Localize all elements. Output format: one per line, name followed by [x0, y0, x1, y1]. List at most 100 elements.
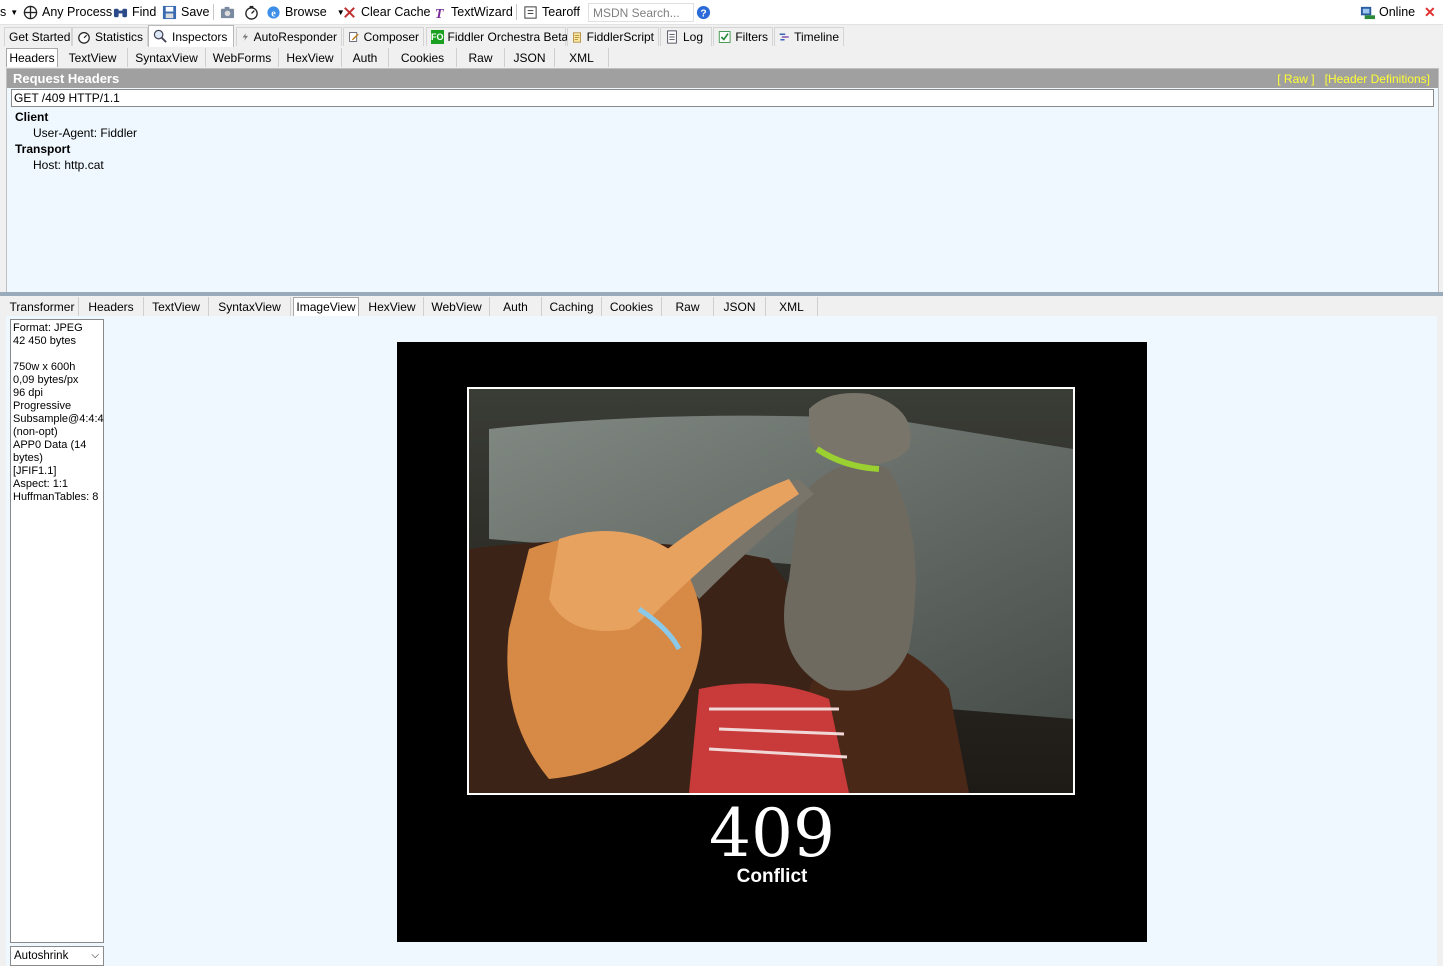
info-app0-bytes: bytes)	[13, 452, 43, 464]
timer-button[interactable]	[244, 3, 259, 21]
online-label: Online	[1379, 5, 1416, 19]
tab-label: Caching	[549, 299, 594, 314]
find-label: Find	[132, 5, 157, 19]
request-tab-syntaxview[interactable]: SyntaxView	[128, 48, 206, 67]
info-blank	[13, 348, 101, 361]
response-tab-syntaxview[interactable]: SyntaxView	[209, 297, 291, 316]
tearoff-label: Tearoff	[542, 5, 580, 19]
info-jfif: [JFIF1.1]	[13, 465, 57, 477]
svg-text:?: ?	[700, 8, 706, 19]
cat-photo	[467, 387, 1075, 795]
request-headers-titlebar: Request Headers [ Raw ] [Header Definiti…	[7, 69, 1438, 88]
tab-label: TextView	[152, 299, 200, 314]
tab-label: HexView	[368, 299, 416, 314]
crosshair-icon	[23, 5, 38, 19]
pencil-paper-icon	[349, 32, 359, 42]
response-tab-json[interactable]: JSON	[714, 297, 766, 316]
stopwatch-icon	[245, 5, 258, 20]
request-tab-webforms[interactable]: WebForms	[206, 48, 279, 67]
tab-fiddlerscript[interactable]: FiddlerScript	[567, 27, 659, 46]
tab-label: Inspectors	[172, 29, 228, 44]
response-tab-transformer[interactable]: Transformer	[6, 297, 79, 316]
clear-cache-button[interactable]: Clear Cache	[342, 3, 430, 21]
header-group-client[interactable]: Client	[15, 110, 48, 124]
tab-label: Composer	[363, 30, 419, 44]
toolbar-separator	[213, 4, 214, 20]
response-tab-caching[interactable]: Caching	[542, 297, 602, 316]
tab-label: Fiddler Orchestra Beta	[447, 30, 569, 44]
tab-composer[interactable]: Composer	[343, 27, 424, 46]
close-icon[interactable]: ✕	[1424, 3, 1436, 21]
info-progressive: Progressive	[13, 400, 72, 412]
image-info-pane[interactable]: Format: JPEG 42 450 bytes 750w x 600h 0,…	[10, 319, 104, 943]
screenshot-button[interactable]	[220, 3, 235, 21]
request-tab-headers[interactable]: Headers	[6, 48, 58, 67]
autoshrink-select[interactable]: Autoshrink ⌵	[10, 946, 104, 966]
tab-label: SyntaxView	[218, 299, 281, 314]
tab-label: XML	[569, 50, 594, 65]
log-page-icon	[667, 30, 677, 44]
request-tab-hexview[interactable]: HexView	[279, 48, 342, 67]
response-tab-raw[interactable]: Raw	[662, 297, 714, 316]
textwizard-button[interactable]: T TextWizard	[432, 3, 513, 21]
any-process-label: Any Process	[42, 5, 113, 19]
help-icon: ?	[696, 5, 711, 19]
msdn-search-input[interactable]: MSDN Search...	[588, 3, 694, 22]
tab-fiddler-orchestra-beta[interactable]: FO Fiddler Orchestra Beta	[426, 27, 569, 46]
tab-label: FiddlerScript	[586, 30, 654, 44]
header-host[interactable]: Host: http.cat	[33, 158, 104, 172]
response-tab-auth[interactable]: Auth	[490, 297, 542, 316]
fighting-cats-photo	[469, 389, 1073, 793]
tab-label: Headers	[9, 51, 55, 65]
request-headers-title: Request Headers	[13, 71, 120, 86]
tab-label: SyntaxView	[135, 50, 198, 65]
tab-timeline[interactable]: Timeline	[774, 27, 844, 46]
request-tab-xml[interactable]: XML	[555, 48, 609, 67]
response-tab-webview[interactable]: WebView	[424, 297, 490, 316]
any-process-button[interactable]: Any Process	[23, 3, 112, 21]
tab-label: Raw	[468, 50, 493, 65]
tab-label: Timeline	[794, 30, 839, 44]
save-button[interactable]: Save	[162, 3, 210, 21]
tab-label: JSON	[513, 50, 546, 65]
info-aspect: Aspect: 1:1	[13, 478, 69, 490]
toolbar-edge-dropdown[interactable]: s ▼	[0, 3, 18, 21]
online-indicator[interactable]: Online	[1360, 3, 1415, 21]
help-button[interactable]: ?	[696, 3, 711, 21]
toolbar-edge-label: s	[0, 5, 7, 19]
request-tab-json[interactable]: JSON	[505, 48, 555, 67]
tab-log[interactable]: Log	[660, 27, 712, 46]
request-tab-raw[interactable]: Raw	[457, 48, 505, 67]
info-dimensions: 750w x 600h	[13, 361, 76, 373]
tab-statistics[interactable]: Statistics	[72, 27, 148, 46]
info-dpi: 96 dpi	[13, 387, 43, 399]
request-tab-textview[interactable]: TextView	[58, 48, 128, 67]
tab-label: Filters	[735, 30, 768, 44]
raw-header-definitions-links[interactable]: [ Raw ] [Header Definitions]	[1277, 72, 1430, 86]
tab-get-started[interactable]: Get Started	[4, 27, 72, 46]
response-tab-xml[interactable]: XML	[766, 297, 818, 316]
tearoff-button[interactable]: Tearoff	[523, 3, 580, 21]
tab-label: JSON	[723, 299, 756, 314]
browse-button[interactable]: e Browse ▼	[266, 3, 345, 21]
header-group-transport[interactable]: Transport	[15, 142, 70, 156]
header-user-agent[interactable]: User-Agent: Fiddler	[33, 126, 137, 140]
tab-inspectors[interactable]: Inspectors	[148, 25, 234, 47]
response-tab-cookies[interactable]: Cookies	[602, 297, 662, 316]
request-tab-cookies[interactable]: Cookies	[389, 48, 457, 67]
response-tab-imageview[interactable]: ImageView	[293, 297, 359, 316]
timeline-icon	[779, 33, 789, 41]
find-button[interactable]: Find	[113, 3, 156, 21]
response-tab-textview[interactable]: TextView	[144, 297, 209, 316]
text-wizard-icon: T	[435, 6, 445, 20]
request-line: GET /409 HTTP/1.1	[11, 89, 1434, 107]
tab-filters[interactable]: Filters	[713, 27, 773, 46]
response-tab-hexview[interactable]: HexView	[361, 297, 424, 316]
info-size: 42 450 bytes	[13, 335, 76, 347]
tab-label: Raw	[675, 299, 700, 314]
response-tab-headers[interactable]: Headers	[79, 297, 144, 316]
request-tab-auth[interactable]: Auth	[342, 48, 389, 67]
tab-label: WebForms	[212, 50, 272, 65]
tab-autoresponder[interactable]: AutoResponder	[236, 27, 342, 46]
clear-cache-label: Clear Cache	[361, 5, 431, 19]
